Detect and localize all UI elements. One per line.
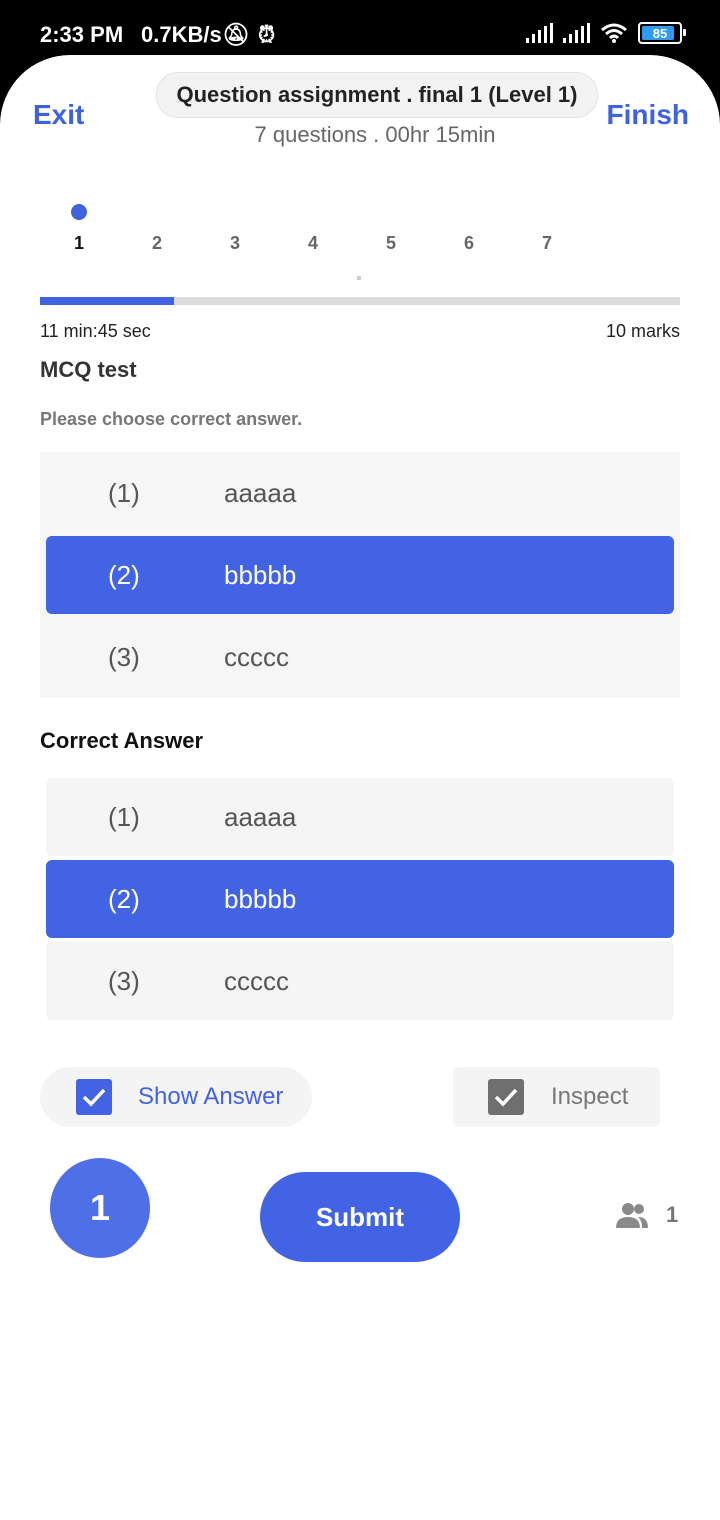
question-number-5[interactable]: 5 [376,233,406,254]
option-index: (1) [108,478,140,508]
signal-icon-2 [563,23,590,43]
option-text: bbbbb [224,560,297,590]
assignment-subtitle: 7 questions . 00hr 15min [254,122,496,147]
option-text: ccccc [224,966,289,996]
option-index: (2) [108,884,140,914]
option-3[interactable]: (3) ccccc [46,618,674,696]
question-number-4[interactable]: 4 [298,233,328,254]
option-index: (1) [108,802,140,832]
network-speed: 0.7KB/s [141,22,222,47]
question-number-1[interactable]: 1 [64,233,94,254]
correct-answer-title: Correct Answer [40,728,204,753]
answer-options: (1) aaaaa (2) bbbbb (3) ccccc [40,452,680,698]
correct-answer-option-2: (2) bbbbb [46,860,674,938]
question-navigator: 1 2 3 4 5 6 7 [0,198,720,288]
checkbox-checked-icon[interactable] [488,1079,524,1115]
scroll-indicator [357,276,361,280]
option-text: bbbbb [224,884,297,914]
wifi-icon [601,23,627,43]
option-1[interactable]: (1) aaaaa [46,454,674,532]
count-badge[interactable]: 1 [50,1158,150,1258]
assignment-sheet: Exit Question assignment . final 1 (Leve… [0,55,720,1520]
option-index: (3) [108,966,140,996]
question-number-6[interactable]: 6 [454,233,484,254]
question-number-3[interactable]: 3 [220,233,250,254]
checkbox-checked-icon[interactable] [76,1079,112,1115]
progress-fill [40,297,175,305]
show-answer-toggle[interactable]: Show Answer [40,1067,312,1127]
question-instruction: Please choose correct answer. [40,409,303,429]
participants-count: 1 [666,1202,679,1227]
option-text: aaaaa [224,802,297,832]
battery-level: 85 [652,25,668,41]
show-answer-label: Show Answer [138,1083,284,1110]
inspect-toggle[interactable]: Inspect [453,1067,660,1127]
question-number-7[interactable]: 7 [532,233,562,254]
status-time: 2:33 PM [40,22,124,47]
correct-answer-option-3: (3) ccccc [46,942,674,1020]
option-2[interactable]: (2) bbbbb [46,536,674,614]
participants: 1 [614,1201,678,1229]
battery-icon: 85 [638,22,686,44]
assignment-title: Question assignment . final 1 (Level 1) [156,72,598,118]
timer-text: 11 min:45 sec [40,321,151,341]
marks-text: 10 marks [605,321,680,341]
alarm-icon: ⏰︎ [258,22,276,47]
mute-icon: 🔕︎ [222,22,250,47]
progress-bar [40,297,680,305]
current-question-indicator [71,204,87,220]
option-index: (2) [108,560,140,590]
option-text: aaaaa [224,478,297,508]
correct-answer-option-1: (1) aaaaa [46,778,674,856]
option-text: ccccc [224,642,289,672]
users-icon [616,1203,648,1228]
status-bar: 2:33 PM 0.7KB/s 🔕︎ ⏰︎ 85 [0,0,720,60]
submit-button[interactable]: Submit [260,1172,460,1262]
option-index: (3) [108,642,140,672]
inspect-label: Inspect [551,1083,629,1110]
signal-icon [526,23,553,43]
question-number-2[interactable]: 2 [142,233,172,254]
question-title: MCQ test [40,357,137,382]
